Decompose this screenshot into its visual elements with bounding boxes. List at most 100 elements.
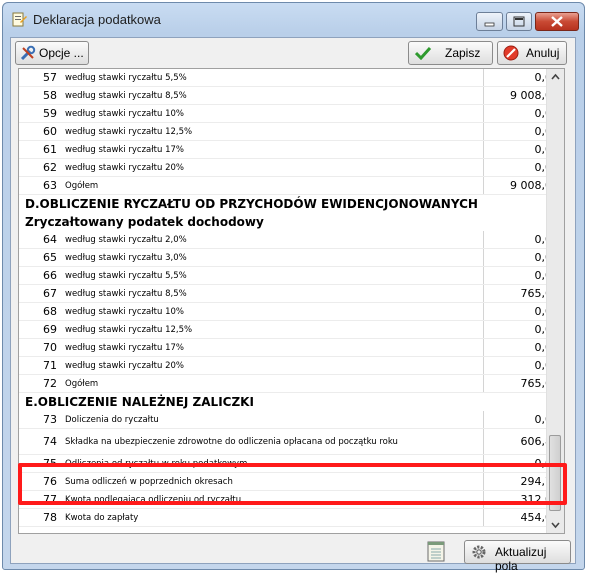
maximize-button[interactable] bbox=[506, 12, 532, 31]
update-fields-button[interactable]: Aktualizuj pola bbox=[464, 540, 571, 573]
cell-divider bbox=[483, 123, 484, 141]
section-heading: E.OBLICZENIE NALEŻNEJ ZALICZKI bbox=[19, 393, 562, 411]
row-number: 73 bbox=[43, 413, 57, 426]
table-row[interactable]: 67 według stawki ryczałtu 8,5% 765,68 bbox=[19, 285, 562, 303]
row-description: według stawki ryczałtu 10% bbox=[65, 109, 184, 119]
row-number: 70 bbox=[43, 341, 57, 354]
cell-divider bbox=[483, 357, 484, 375]
row-description: Składka na ubezpieczenie zdrowotne do od… bbox=[65, 437, 398, 447]
row-number: 66 bbox=[43, 269, 57, 282]
table-row[interactable]: 60według stawki ryczałtu 12,5%0,00 bbox=[19, 123, 562, 141]
close-window-button[interactable] bbox=[535, 12, 579, 31]
cell-divider bbox=[483, 339, 484, 357]
cell-divider bbox=[483, 249, 484, 267]
window-title: Deklaracja podatkowa bbox=[33, 12, 161, 27]
cell-divider bbox=[483, 429, 484, 455]
row-description: Ogółem bbox=[65, 181, 99, 191]
row-number: 67 bbox=[43, 287, 57, 300]
table-row[interactable]: 62według stawki ryczałtu 20%0,00 bbox=[19, 159, 562, 177]
row-description: według stawki ryczałtu 12,5% bbox=[65, 127, 193, 137]
row-description: według stawki ryczałtu 17% bbox=[65, 145, 184, 155]
table-row[interactable]: 65według stawki ryczałtu 3,0%0,00 bbox=[19, 249, 562, 267]
checkmark-icon bbox=[415, 46, 431, 60]
table-row[interactable]: 57według stawki ryczałtu 5,5%0,00 bbox=[19, 69, 562, 87]
table-row[interactable]: 78 Kwota do zapłaty 454,00 bbox=[19, 509, 562, 527]
row-divider bbox=[19, 526, 562, 527]
row-description: według stawki ryczałtu 5,5% bbox=[65, 271, 187, 281]
cell-divider bbox=[483, 285, 484, 303]
row-number: 68 bbox=[43, 305, 57, 318]
options-button[interactable]: Opcje ... bbox=[15, 41, 89, 65]
save-label: Zapisz bbox=[445, 46, 481, 60]
table-row[interactable]: 64według stawki ryczałtu 2,0%0,00 bbox=[19, 231, 562, 249]
client-area: Opcje ... Zapisz Anuluj 57 według stawki … bbox=[10, 37, 576, 573]
cell-divider bbox=[483, 231, 484, 249]
table-row[interactable]: 66według stawki ryczałtu 5,5%0,00 bbox=[19, 267, 562, 285]
row-description: według stawki ryczałtu 2,0% bbox=[65, 235, 187, 245]
row-description: według stawki ryczałtu 20% bbox=[65, 163, 184, 173]
row-number: 64 bbox=[43, 233, 57, 246]
gear-icon bbox=[472, 545, 486, 559]
cell-divider bbox=[483, 87, 484, 105]
row-description: Ogółem bbox=[65, 379, 99, 389]
table-row[interactable]: 58 według stawki ryczałtu 8,5% 9 008,00 bbox=[19, 87, 562, 105]
row-number: 69 bbox=[43, 323, 57, 336]
section-heading: D.OBLICZENIE RYCZAŁTU OD PRZYCHODÓW EWID… bbox=[19, 195, 562, 213]
row-description: według stawki ryczałtu 3,0% bbox=[65, 253, 187, 263]
row-number: 72 bbox=[43, 377, 57, 390]
options-label: Opcje ... bbox=[39, 46, 84, 60]
section-heading: Zryczałtowany podatek dochodowy bbox=[19, 213, 562, 231]
cancel-button[interactable]: Anuluj bbox=[497, 41, 567, 65]
tools-icon bbox=[20, 45, 36, 61]
cell-divider bbox=[483, 411, 484, 429]
row-number: 57 bbox=[43, 71, 57, 84]
maximize-icon bbox=[513, 16, 525, 27]
notes-button[interactable] bbox=[425, 540, 449, 564]
row-number: 59 bbox=[43, 107, 57, 120]
cell-divider bbox=[483, 303, 484, 321]
row-description: według stawki ryczałtu 8,5% bbox=[65, 289, 187, 299]
cell-divider bbox=[483, 177, 484, 195]
cancel-label: Anuluj bbox=[526, 46, 560, 60]
close-icon bbox=[551, 16, 563, 27]
row-number: 78 bbox=[43, 511, 57, 524]
table-row[interactable]: 73Doliczenia do ryczałtu0,00 bbox=[19, 411, 562, 429]
table-row[interactable]: 59według stawki ryczałtu 10%0,00 bbox=[19, 105, 562, 123]
save-button[interactable]: Zapisz bbox=[408, 41, 493, 65]
row-number: 71 bbox=[43, 359, 57, 372]
row-description: według stawki ryczałtu 5,5% bbox=[65, 73, 187, 83]
update-fields-label: Aktualizuj pola bbox=[495, 545, 547, 573]
row-description: Doliczenia do ryczałtu bbox=[65, 415, 159, 425]
table-row[interactable]: 68według stawki ryczałtu 10%0,00 bbox=[19, 303, 562, 321]
cell-divider bbox=[483, 509, 484, 527]
minimize-button[interactable] bbox=[476, 12, 503, 31]
cell-divider bbox=[483, 375, 484, 393]
cancel-icon bbox=[503, 45, 519, 61]
row-number: 58 bbox=[43, 89, 57, 102]
row-description: według stawki ryczałtu 12,5% bbox=[65, 325, 193, 335]
cell-divider bbox=[483, 141, 484, 159]
section-heading-text: Zryczałtowany podatek dochodowy bbox=[25, 215, 264, 229]
table-row[interactable]: 69według stawki ryczałtu 12,5%0,00 bbox=[19, 321, 562, 339]
row-description: według stawki ryczałtu 8,5% bbox=[65, 91, 187, 101]
document-icon bbox=[12, 12, 27, 27]
table-row[interactable]: 70według stawki ryczałtu 17%0,00 bbox=[19, 339, 562, 357]
scroll-up-icon[interactable] bbox=[550, 72, 561, 83]
row-number: 61 bbox=[43, 143, 57, 156]
row-description: według stawki ryczałtu 20% bbox=[65, 361, 184, 371]
table-row[interactable]: 71według stawki ryczałtu 20%0,00 bbox=[19, 357, 562, 375]
cell-divider bbox=[483, 321, 484, 339]
section-heading-text: E.OBLICZENIE NALEŻNEJ ZALICZKI bbox=[25, 395, 254, 409]
table-row[interactable]: 61według stawki ryczałtu 17%0,00 bbox=[19, 141, 562, 159]
title-bar[interactable]: Deklaracja podatkowa bbox=[3, 3, 584, 33]
row-number: 63 bbox=[43, 179, 57, 192]
cell-divider bbox=[483, 105, 484, 123]
table-row[interactable]: 74 Składka na ubezpieczenie zdrowotne do … bbox=[19, 429, 562, 455]
table-row[interactable]: 72 Ogółem 765,68 bbox=[19, 375, 562, 393]
table-row[interactable]: 63 Ogółem 9 008,00 bbox=[19, 177, 562, 195]
cell-divider bbox=[483, 159, 484, 177]
scroll-down-icon[interactable] bbox=[550, 519, 561, 530]
row-number: 74 bbox=[43, 435, 57, 448]
row-description: Kwota do zapłaty bbox=[65, 513, 139, 523]
row-description: według stawki ryczałtu 17% bbox=[65, 343, 184, 353]
